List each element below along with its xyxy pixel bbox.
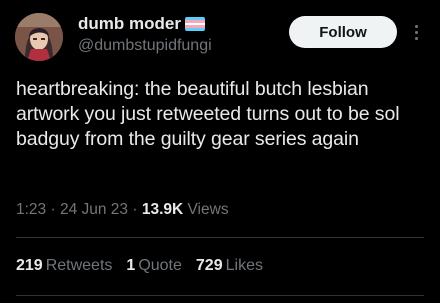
quotes-label: Quote — [138, 257, 182, 274]
views-count: 13.9K — [141, 201, 188, 218]
retweets-count: 219 — [16, 257, 43, 274]
user-handle[interactable]: @dumbstupidfungi — [78, 37, 212, 55]
avatar-image — [15, 13, 63, 61]
divider — [16, 237, 424, 238]
avatar[interactable] — [15, 13, 63, 61]
tweet-time[interactable]: 1:23 — [16, 201, 46, 218]
tweet-date[interactable]: 24 Jun 23 — [60, 201, 128, 218]
retweets-stat[interactable]: 219 Retweets — [16, 257, 112, 275]
likes-stat[interactable]: 729 Likes — [196, 257, 263, 275]
quotes-stat[interactable]: 1 Quote — [126, 257, 182, 275]
flag-stripe — [184, 28, 205, 31]
dot — [414, 36, 418, 40]
name-row[interactable]: dumb moder — [78, 14, 205, 34]
dot — [414, 30, 418, 34]
engagement-stats: 219 Retweets 1 Quote 729 Likes — [16, 257, 277, 275]
follow-button[interactable]: Follow — [289, 16, 397, 48]
separator: · — [50, 201, 60, 218]
tweet-meta: 1:23 · 24 Jun 23 · 13.9K Views — [16, 201, 229, 219]
separator: · — [132, 201, 142, 218]
divider — [16, 295, 424, 296]
retweets-label: Retweets — [45, 257, 113, 274]
quotes-count: 1 — [126, 257, 136, 274]
display-name[interactable]: dumb moder — [78, 14, 181, 34]
dot — [414, 24, 418, 28]
likes-count: 729 — [195, 257, 223, 274]
tweet-text: heartbreaking: the beautiful butch lesbi… — [16, 78, 400, 150]
views-label: Views — [187, 201, 229, 218]
more-vertical-icon[interactable] — [408, 20, 424, 44]
trans-flag-icon — [184, 17, 205, 31]
likes-label: Likes — [225, 257, 263, 274]
